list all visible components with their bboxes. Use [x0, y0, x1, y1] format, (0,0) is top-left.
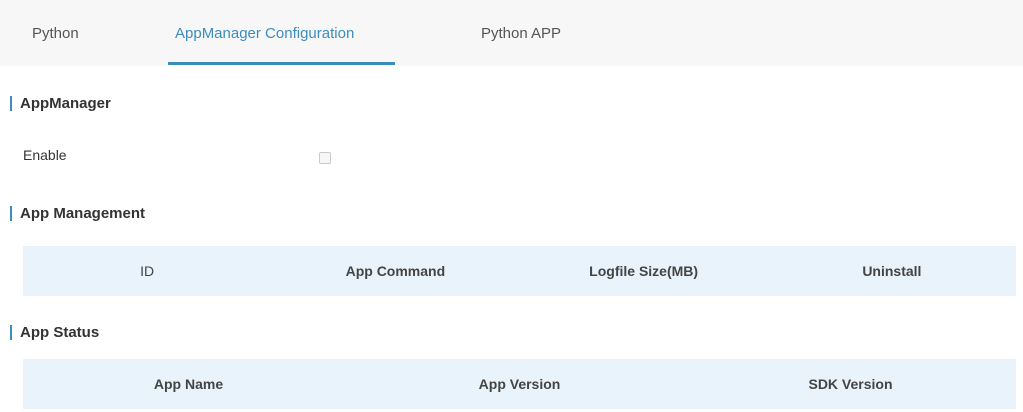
enable-label: Enable: [23, 147, 67, 163]
app-management-table-header: ID App Command Logfile Size(MB) Uninstal…: [23, 246, 1016, 296]
active-tab-indicator: [168, 62, 395, 65]
tab-python-app[interactable]: Python APP: [481, 25, 561, 42]
column-header-logfile-size: Logfile Size(MB): [589, 263, 699, 279]
tab-python[interactable]: Python: [32, 25, 79, 42]
column-header-app-name: App Name: [153, 376, 224, 392]
column-header-id: ID: [140, 263, 155, 279]
column-header-sdk-version: SDK Version: [808, 376, 893, 392]
page: Python AppManager Configuration Python A…: [0, 0, 1023, 412]
app-status-table-header: App Name App Version SDK Version: [23, 359, 1016, 409]
section-title-app-management: App Management: [10, 206, 145, 221]
section-title-app-status: App Status: [10, 325, 99, 340]
column-header-app-version: App Version: [478, 376, 561, 392]
tab-appmanager-configuration[interactable]: AppManager Configuration: [175, 25, 354, 42]
enable-checkbox[interactable]: [319, 152, 331, 164]
section-title-appmanager: AppManager: [10, 96, 111, 111]
column-header-uninstall: Uninstall: [862, 263, 922, 279]
column-header-app-command: App Command: [345, 263, 446, 279]
tab-bar: Python AppManager Configuration Python A…: [0, 0, 1023, 66]
